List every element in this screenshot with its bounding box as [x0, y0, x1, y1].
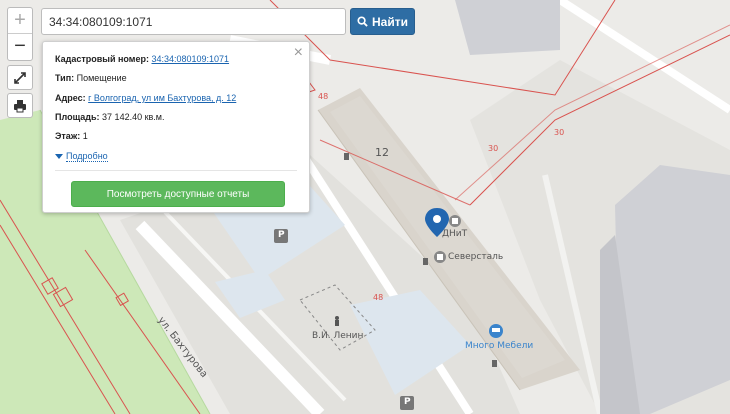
- building: [455, 0, 560, 55]
- print-button[interactable]: [7, 93, 33, 118]
- zoom-out-button[interactable]: −: [8, 34, 32, 60]
- floor-row: Этаж: 1: [55, 131, 88, 141]
- poi-label-severstal[interactable]: Северсталь: [448, 252, 503, 262]
- monument-icon: [335, 320, 339, 326]
- area-value: 37 142.40 кв.м.: [102, 112, 165, 122]
- type-label: Тип:: [55, 73, 75, 83]
- address-link[interactable]: г Волгоград, ул им Бахтурова, д. 12: [88, 93, 236, 103]
- area-row: Площадь: 37 142.40 кв.м.: [55, 112, 165, 122]
- fullscreen-icon: [14, 72, 26, 84]
- parcel-number-label: 48: [373, 293, 384, 302]
- house-number-label: 12: [375, 146, 389, 159]
- type-value: Помещение: [76, 73, 127, 83]
- details-link[interactable]: Подробно: [66, 151, 108, 162]
- entrance-icon: [423, 258, 428, 265]
- cadastral-row: Кадастровый номер: 34:34:080109:1071: [55, 54, 229, 64]
- cadastral-label: Кадастровый номер:: [55, 54, 149, 64]
- caret-down-icon: [55, 153, 63, 159]
- close-icon[interactable]: ×: [294, 45, 303, 61]
- divider: [55, 170, 297, 171]
- zoom-in-button[interactable]: +: [8, 8, 32, 34]
- address-label: Адрес:: [55, 93, 86, 103]
- entrance-icon: [492, 360, 497, 367]
- cadastral-number-link[interactable]: 34:34:080109:1071: [151, 54, 229, 64]
- type-row: Тип: Помещение: [55, 73, 127, 83]
- fullscreen-button[interactable]: [7, 65, 33, 90]
- monument-label: В.И. Ленин: [312, 331, 364, 341]
- floor-label: Этаж:: [55, 131, 81, 141]
- parcel-number-label: 30: [488, 144, 499, 153]
- search-input[interactable]: [41, 8, 346, 35]
- parking-label: P: [404, 397, 411, 407]
- poi-label-mnogo-mebeli[interactable]: Много Мебели: [465, 341, 533, 351]
- floor-value: 1: [82, 131, 88, 141]
- zoom-control: + −: [7, 7, 33, 61]
- area-label: Площадь:: [55, 112, 100, 122]
- entrance-icon: [344, 153, 349, 160]
- parcel-number-label: 48: [318, 92, 329, 101]
- search-icon: [357, 16, 368, 27]
- search-button-label: Найти: [372, 14, 408, 29]
- parcel-number-label: 30: [554, 128, 565, 137]
- search-button[interactable]: Найти: [350, 8, 415, 35]
- view-reports-button[interactable]: Посмотреть доступные отчеты: [71, 181, 285, 207]
- details-toggle[interactable]: Подробно: [55, 151, 108, 162]
- parking-label: P: [278, 230, 285, 240]
- address-row: Адрес: г Волгоград, ул им Бахтурова, д. …: [55, 93, 236, 103]
- poi-label-dnit[interactable]: ДНиТ: [442, 229, 467, 239]
- print-icon: [14, 100, 26, 113]
- info-popup: × Кадастровый номер: 34:34:080109:1071 Т…: [42, 41, 310, 213]
